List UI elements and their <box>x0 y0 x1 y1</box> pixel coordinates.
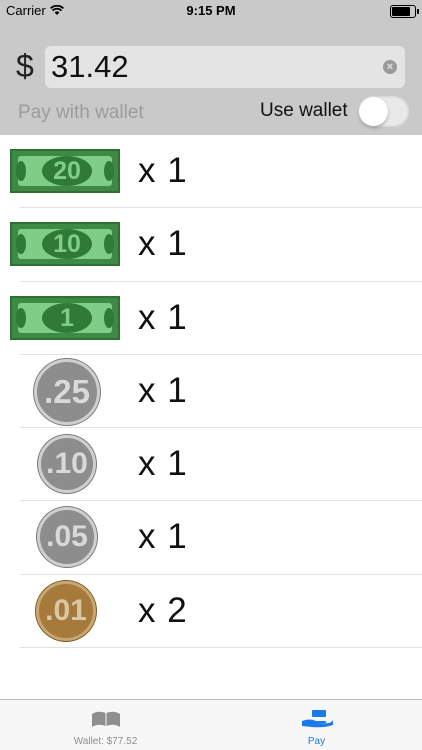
quantity-label: x 1 <box>138 370 188 410</box>
bill-denomination: 10 <box>42 229 92 260</box>
list-item: .10 x 1 <box>0 428 422 502</box>
quantity-label: x 1 <box>138 224 188 264</box>
wallet-icon <box>91 711 120 727</box>
list-item: 10 x 1 <box>0 208 422 282</box>
use-wallet-label: Use wallet <box>260 100 348 121</box>
battery-icon <box>390 5 419 18</box>
wallet-tab-label: Wallet: $77.52 <box>73 736 138 747</box>
bill-denomination: 1 <box>42 302 92 333</box>
bill-icon: 20 <box>10 149 120 193</box>
quantity-label: x 2 <box>138 590 188 630</box>
bill-denomination: 20 <box>42 156 92 186</box>
list-item: 20 x 1 <box>0 135 422 209</box>
pay-tab-label: Pay <box>307 736 326 747</box>
tab-wallet[interactable]: Wallet: $77.52 <box>0 700 211 750</box>
pay-with-wallet-button[interactable]: Pay with wallet <box>18 102 144 124</box>
list-item: .05 x 1 <box>0 501 422 575</box>
status-bar: Carrier 9:15 PM <box>0 0 422 22</box>
quantity-label: x 1 <box>138 151 188 190</box>
coin-icon: .05 <box>37 507 97 568</box>
status-time: 9:15 PM <box>186 3 236 18</box>
change-list: 20 x 1 10 x 1 1 x 1 .25 x 1 .10 x 1 .05 … <box>0 135 422 649</box>
coin-icon: .01 <box>36 580 96 641</box>
pay-hand-icon <box>301 710 333 728</box>
quantity-label: x 1 <box>138 517 188 557</box>
quantity-label: x 1 <box>138 444 188 484</box>
amount-input[interactable]: 31.42 × <box>45 46 405 88</box>
use-wallet-toggle[interactable] <box>358 96 409 127</box>
bill-icon: 10 <box>10 222 120 267</box>
amount-value: 31.42 <box>51 49 129 84</box>
toggle-knob <box>359 97 388 126</box>
coin-icon: .25 <box>34 358 100 425</box>
list-item: 1 x 1 <box>0 282 422 355</box>
tab-pay[interactable]: Pay <box>211 700 422 750</box>
list-item: .01 x 2 <box>0 575 422 649</box>
quantity-label: x 1 <box>138 297 188 337</box>
clear-icon[interactable]: × <box>383 60 397 74</box>
coin-icon: .10 <box>38 435 96 494</box>
tab-bar: Wallet: $77.52 Pay <box>0 699 422 750</box>
bill-icon: 1 <box>10 295 120 340</box>
list-item: .25 x 1 <box>0 355 422 429</box>
payment-header: $ 31.42 × Pay with wallet Use wallet <box>0 22 422 135</box>
currency-symbol: $ <box>16 48 34 84</box>
